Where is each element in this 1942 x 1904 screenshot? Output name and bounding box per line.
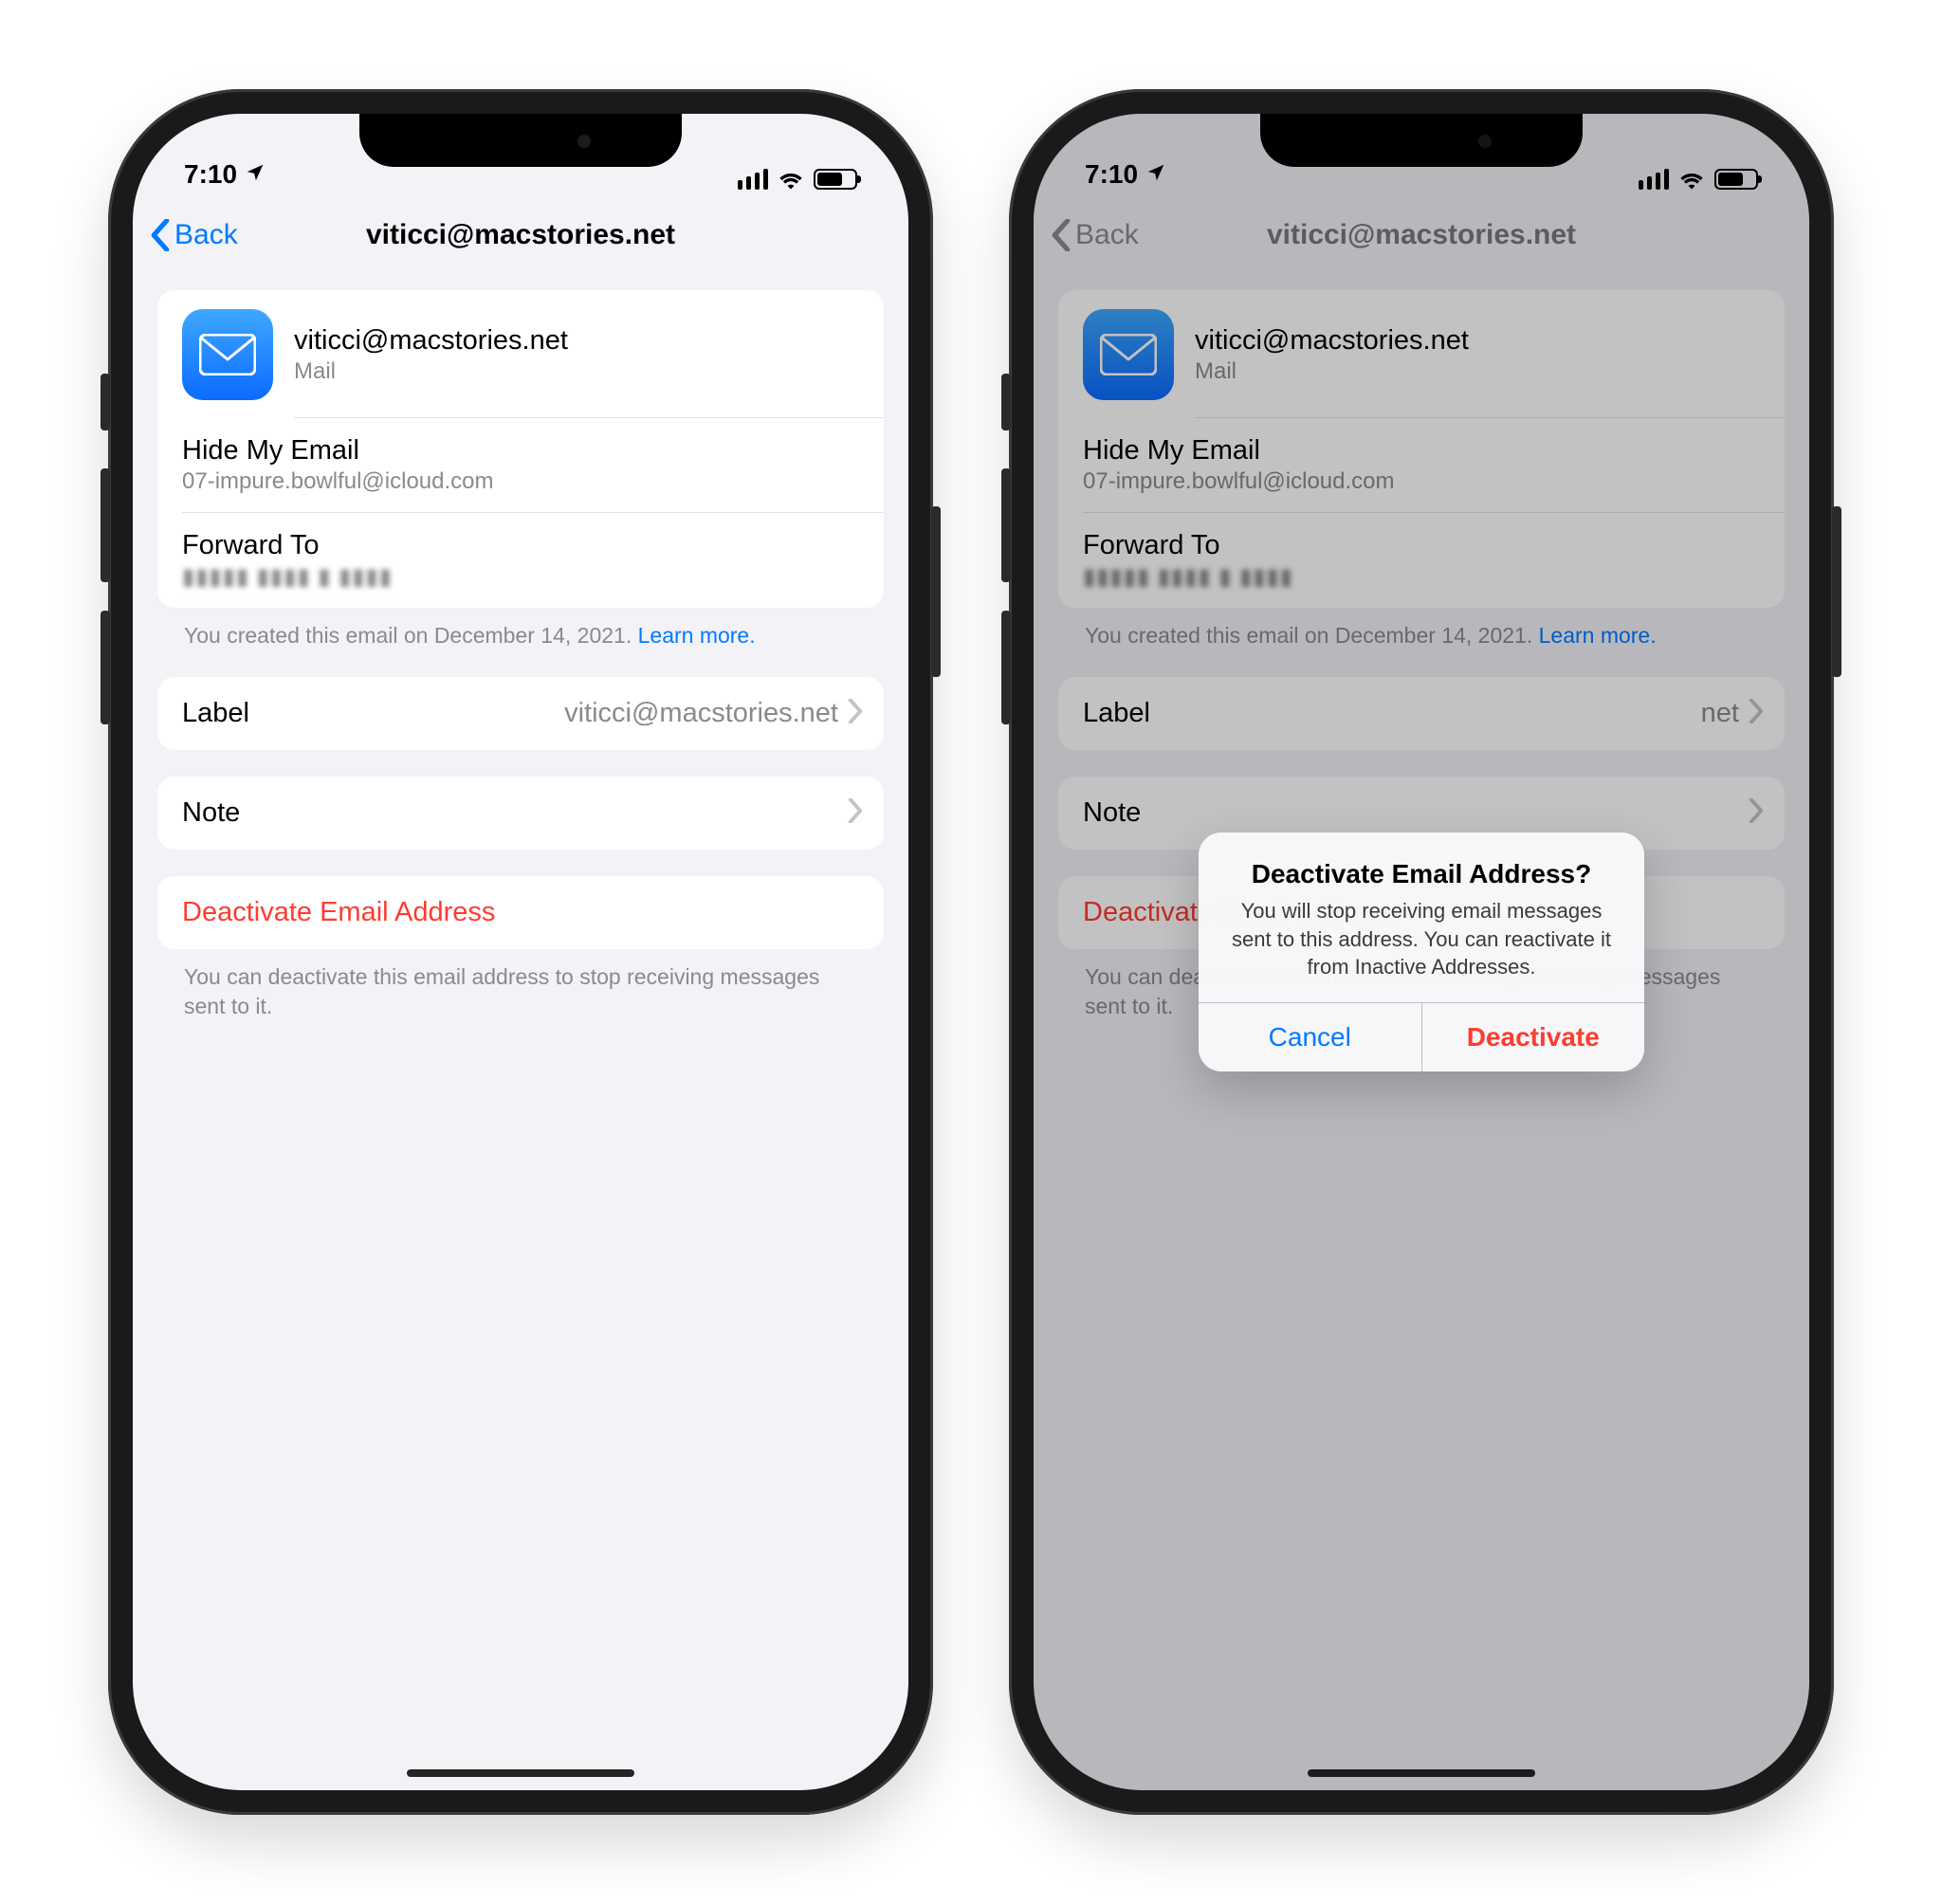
chevron-right-icon (848, 699, 863, 728)
app-title: viticci@macstories.net (294, 325, 568, 357)
nav-bar: Back viticci@macstories.net (133, 197, 908, 273)
back-button[interactable]: Back (150, 219, 238, 251)
learn-more-link[interactable]: Learn more. (638, 623, 756, 648)
created-footer: You created this email on December 14, 2… (157, 608, 884, 650)
deactivate-label: Deactivate Email Address (182, 897, 495, 928)
deactivate-alert: Deactivate Email Address? You will stop … (1199, 833, 1644, 1071)
note-row-title: Note (182, 797, 240, 829)
label-row[interactable]: Label viticci@macstories.net (157, 677, 884, 750)
deactivate-button[interactable]: Deactivate Email Address (157, 876, 884, 949)
location-icon (245, 159, 266, 190)
alert-deactivate-button[interactable]: Deactivate (1421, 1003, 1645, 1071)
alert-title: Deactivate Email Address? (1225, 859, 1618, 889)
back-label: Back (174, 219, 238, 251)
home-indicator[interactable] (1308, 1769, 1535, 1777)
wifi-icon (778, 169, 804, 190)
label-row-title: Label (182, 698, 249, 729)
iphone-mockup-left: 7:10 Back viticci@macstories.net (108, 89, 933, 1815)
alert-message: You will stop receiving email messages s… (1225, 897, 1618, 981)
deactivate-footer: You can deactivate this email address to… (157, 949, 884, 1021)
mail-app-icon (182, 309, 273, 400)
iphone-mockup-right: 7:10 Back viticci@macstories.net (1009, 89, 1834, 1815)
note-row[interactable]: Note (157, 777, 884, 850)
cellular-icon (738, 169, 768, 190)
forward-to-label: Forward To (182, 530, 859, 561)
hide-my-email-value: 07-impure.bowlful@icloud.com (182, 468, 859, 495)
nav-title: viticci@macstories.net (133, 219, 908, 251)
status-time: 7:10 (184, 159, 237, 190)
home-indicator[interactable] (407, 1769, 634, 1777)
notch (359, 114, 682, 167)
app-subtitle: Mail (294, 358, 568, 385)
hide-my-email-label: Hide My Email (182, 435, 859, 467)
info-card: viticci@macstories.net Mail Hide My Emai… (157, 290, 884, 608)
chevron-right-icon (848, 798, 863, 828)
alert-cancel-button[interactable]: Cancel (1199, 1003, 1421, 1071)
battery-icon (814, 169, 857, 190)
label-row-value: viticci@macstories.net (564, 698, 838, 729)
forward-to-value-obscured: ▮▮▮▮▮ ▮▮▮▮ ▮ ▮▮▮▮ (182, 563, 859, 591)
